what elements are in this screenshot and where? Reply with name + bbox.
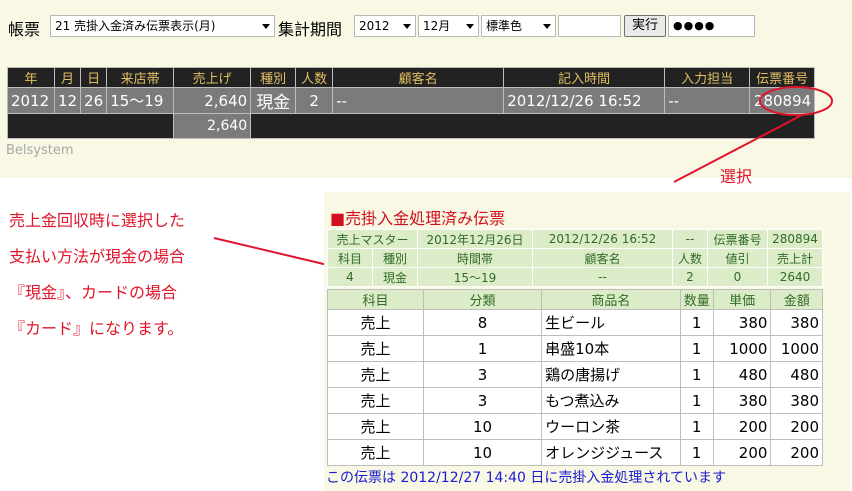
item-product: ウーロン茶: [542, 414, 680, 439]
item-category: 1: [423, 336, 542, 361]
item-product: 鶏の唐揚げ: [542, 362, 680, 387]
item-price: 200: [713, 440, 771, 465]
note-callout: 売上金回収時に選択した 支払い方法が現金の場合 『現金』、カードの場合 『カード…: [9, 207, 185, 351]
item-price: 1000: [713, 336, 771, 361]
item-account: 売上: [328, 336, 423, 361]
note-line: 売上金回収時に選択した: [9, 211, 186, 230]
items-header-row: 科目 分類 商品名 数量 単価 金額: [328, 290, 822, 309]
slip-account: 4: [328, 268, 372, 286]
slip-customer: --: [673, 230, 707, 248]
item-amount: 380: [771, 310, 822, 335]
slip-col-discount: 値引: [708, 249, 767, 267]
table-row: 売上 10 ウーロン茶 1 200 200: [328, 414, 822, 439]
item-account: 売上: [328, 388, 423, 413]
item-price: 480: [713, 362, 771, 387]
slip-col-people: 人数: [673, 249, 707, 267]
item-qty: 1: [680, 362, 713, 387]
item-category: 10: [423, 440, 542, 465]
slip-entry-time: 2012/12/26 16:52: [533, 230, 672, 248]
item-qty: 1: [680, 440, 713, 465]
item-category: 8: [423, 310, 542, 335]
item-col-amount: 金額: [771, 290, 822, 309]
slip-col-account: 科目: [328, 249, 372, 267]
select-callout: 選択: [720, 167, 753, 186]
item-amount: 480: [771, 362, 822, 387]
table-row: 売上 10 オレンジジュース 1 200 200: [328, 440, 822, 465]
item-amount: 200: [771, 440, 822, 465]
slip-head-row: 売上マスター 2012年12月26日 2012/12/26 16:52 -- 伝…: [328, 230, 822, 248]
note-line: 支払い方法が現金の場合: [9, 247, 186, 266]
item-col-account: 科目: [328, 290, 423, 309]
slip-head-row: 科目 種別 時間帯 顧客名 人数 値引 売上計: [328, 249, 822, 267]
item-product: 生ビール: [542, 310, 680, 335]
slip-number-label: 伝票番号: [708, 230, 767, 248]
slip-number-highlight: [759, 86, 833, 116]
item-amount: 1000: [771, 336, 822, 361]
item-category: 3: [423, 362, 542, 387]
table-row: 売上 3 もつ煮込み 1 380 380: [328, 388, 822, 413]
slip-header-table: 売上マスター 2012年12月26日 2012/12/26 16:52 -- 伝…: [327, 229, 823, 287]
item-account: 売上: [328, 310, 423, 335]
slip-people: 2: [673, 268, 707, 286]
item-qty: 1: [680, 336, 713, 361]
item-qty: 1: [680, 310, 713, 335]
slip-discount: 0: [708, 268, 767, 286]
item-price: 380: [713, 388, 771, 413]
item-account: 売上: [328, 440, 423, 465]
slip-head-row: 4 現金 15～19 -- 2 0 2640: [328, 268, 822, 286]
item-col-qty: 数量: [680, 290, 713, 309]
slip-items-table: 科目 分類 商品名 数量 単価 金額 売上 8 生ビール 1 380 380 売…: [327, 289, 823, 466]
slip-number: 280894: [768, 230, 822, 248]
slip-total: 2640: [768, 268, 822, 286]
item-col-product: 商品名: [542, 290, 680, 309]
item-col-category: 分類: [423, 290, 542, 309]
slip-col-total: 売上計: [768, 249, 822, 267]
slip-date: 2012年12月26日: [418, 230, 532, 248]
slip-type: 現金: [373, 268, 417, 286]
item-category: 10: [423, 414, 542, 439]
item-category: 3: [423, 388, 542, 413]
item-amount: 200: [771, 414, 822, 439]
table-row: 売上 8 生ビール 1 380 380: [328, 310, 822, 335]
table-row: 売上 1 串盛10本 1 1000 1000: [328, 336, 822, 361]
slip-col-customer: 顧客名: [533, 249, 672, 267]
note-line: 『現金』、カードの場合: [9, 283, 178, 302]
slip-customer-name: --: [533, 268, 672, 286]
item-account: 売上: [328, 362, 423, 387]
table-row: 売上 3 鶏の唐揚げ 1 480 480: [328, 362, 822, 387]
item-price: 200: [713, 414, 771, 439]
slip-col-time: 時間帯: [418, 249, 532, 267]
item-amount: 380: [771, 388, 822, 413]
item-product: もつ煮込み: [542, 388, 680, 413]
slip-col-type: 種別: [373, 249, 417, 267]
note-line: 『カード』になります。: [9, 319, 184, 338]
item-product: 串盛10本: [542, 336, 680, 361]
item-col-price: 単価: [713, 290, 771, 309]
item-product: オレンジジュース: [542, 440, 680, 465]
item-qty: 1: [680, 414, 713, 439]
item-price: 380: [713, 310, 771, 335]
item-qty: 1: [680, 388, 713, 413]
slip-footnote: この伝票は 2012/12/27 14:40 日に売掛入金処理されています: [326, 470, 726, 486]
slip-title: ■売掛入金処理済み伝票: [330, 209, 506, 228]
slip-master-label: 売上マスター: [328, 230, 417, 248]
slip-time-band: 15～19: [418, 268, 532, 286]
item-account: 売上: [328, 414, 423, 439]
